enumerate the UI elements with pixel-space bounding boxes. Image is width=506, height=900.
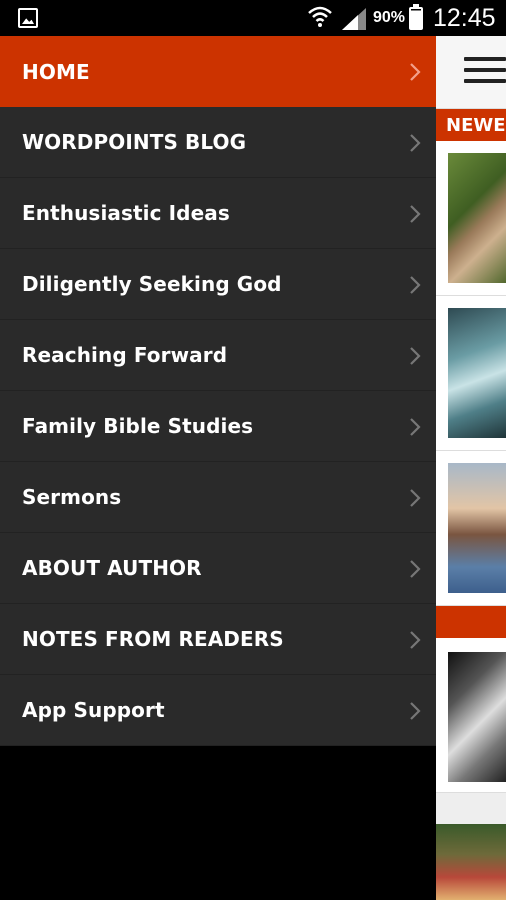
menu-item-reaching-forward[interactable]: Reaching Forward (0, 320, 436, 391)
chevron-right-icon (410, 205, 421, 223)
section-title: NEWEST (446, 115, 506, 136)
status-bar: 90% 12:45 (0, 0, 506, 36)
menu-item-about-author[interactable]: ABOUT AUTHOR (0, 533, 436, 604)
chevron-right-icon (410, 63, 421, 81)
list-item[interactable] (436, 141, 506, 296)
signal-icon (342, 8, 366, 30)
chevron-right-icon (410, 560, 421, 578)
gallery-icon (18, 8, 38, 28)
menu-item-sermons[interactable]: Sermons (0, 462, 436, 533)
menu-item-family-bible-studies[interactable]: Family Bible Studies (0, 391, 436, 462)
menu-item-wordpoints-blog[interactable]: WORDPOINTS BLOG (0, 107, 436, 178)
chevron-right-icon (410, 702, 421, 720)
menu-item-label: WORDPOINTS BLOG (22, 130, 247, 154)
menu-item-home[interactable]: HOME (0, 36, 436, 107)
main-content: NEWEST (436, 36, 506, 900)
menu-item-notes-from-readers[interactable]: NOTES FROM READERS (0, 604, 436, 675)
menu-item-diligently-seeking-god[interactable]: Diligently Seeking God (0, 249, 436, 320)
menu-item-enthusiastic-ideas[interactable]: Enthusiastic Ideas (0, 178, 436, 249)
navigation-drawer: HOME WORDPOINTS BLOG Enthusiastic Ideas … (0, 36, 436, 900)
chevron-right-icon (410, 347, 421, 365)
menu-item-label: ABOUT AUTHOR (22, 556, 202, 580)
list-item[interactable] (436, 296, 506, 451)
menu-item-label: Diligently Seeking God (22, 272, 282, 296)
menu-item-label: Reaching Forward (22, 343, 228, 367)
chevron-right-icon (410, 134, 421, 152)
article-thumbnail (448, 308, 506, 438)
toolbar (436, 36, 506, 109)
menu-item-label: HOME (22, 59, 90, 84)
menu-item-label: Family Bible Studies (22, 414, 254, 438)
list-item[interactable] (436, 638, 506, 793)
list-item[interactable] (436, 451, 506, 606)
banner-image (436, 824, 506, 900)
menu-item-app-support[interactable]: App Support (0, 675, 436, 746)
menu-item-label: NOTES FROM READERS (22, 627, 284, 651)
menu-item-label: Enthusiastic Ideas (22, 201, 230, 225)
chevron-right-icon (410, 631, 421, 649)
article-thumbnail (448, 463, 506, 593)
article-thumbnail (448, 153, 506, 283)
battery-percent: 90% (373, 9, 406, 26)
battery-icon (409, 4, 423, 30)
clock: 12:45 (433, 4, 496, 32)
section-header: NEWEST (436, 109, 506, 141)
chevron-right-icon (410, 276, 421, 294)
article-thumbnail (448, 652, 506, 782)
menu-item-label: App Support (22, 698, 165, 722)
section-header-2 (436, 606, 506, 638)
menu-item-label: Sermons (22, 485, 122, 509)
wifi-icon (308, 6, 332, 27)
chevron-right-icon (410, 418, 421, 436)
chevron-right-icon (410, 489, 421, 507)
hamburger-icon[interactable] (464, 55, 506, 85)
